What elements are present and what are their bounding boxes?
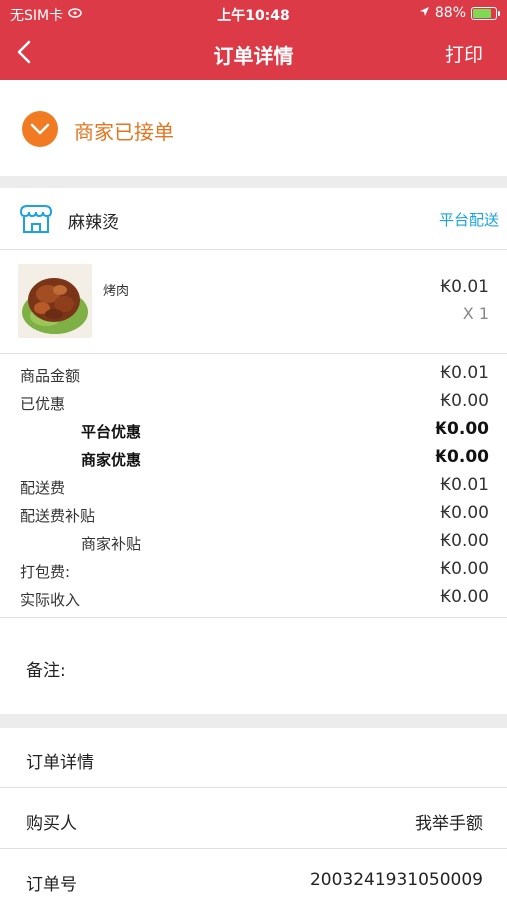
order-status-section: 商家已接单 bbox=[0, 80, 507, 176]
buyer-row: 购买人 我举手额 bbox=[0, 789, 507, 849]
fee-label: 已优惠 bbox=[20, 395, 66, 413]
print-button[interactable]: 打印 bbox=[445, 40, 483, 67]
remark-label: 备注: bbox=[26, 661, 66, 681]
fee-label: 配送费补贴 bbox=[20, 507, 96, 525]
order-number-label: 订单号 bbox=[26, 875, 77, 895]
order-number-row: 订单号 2003241931050009 bbox=[0, 850, 507, 900]
fee-label: 商家补贴 bbox=[81, 535, 142, 553]
location-arrow-icon bbox=[419, 5, 430, 21]
fee-label: 配送费 bbox=[20, 479, 66, 497]
fee-row-packing-fee: 打包费: ₭0.00 bbox=[0, 556, 507, 584]
fee-value: ₭0.01 bbox=[440, 475, 489, 495]
order-item[interactable]: 烤肉 ₭0.01 X 1 bbox=[0, 250, 507, 354]
battery-percent: 88% bbox=[434, 5, 466, 21]
battery-level-fill bbox=[473, 8, 492, 18]
order-status-text: 商家已接单 bbox=[74, 120, 174, 144]
fee-row-platform-discount: 平台优惠 ₭0.00 bbox=[0, 416, 507, 444]
battery-icon bbox=[471, 6, 500, 20]
fee-row-actual-income: 实际收入 ₭0.00 bbox=[0, 584, 507, 612]
item-quantity: X 1 bbox=[462, 304, 489, 323]
status-bar: 无SIM卡 上午10:48 88% bbox=[0, 0, 507, 28]
nav-bar: 订单详情 打印 bbox=[0, 28, 507, 80]
buyer-value: 我举手额 bbox=[415, 814, 483, 834]
fee-label: 实际收入 bbox=[20, 591, 81, 609]
buyer-label: 购买人 bbox=[26, 814, 77, 834]
fee-value: ₭0.00 bbox=[435, 447, 489, 467]
battery-group: 88% bbox=[419, 5, 500, 21]
fee-row-merchant-subsidy: 商家补贴 ₭0.00 bbox=[0, 528, 507, 556]
order-number-value: 2003241931050009 bbox=[309, 870, 483, 890]
fee-label: 商家优惠 bbox=[81, 451, 142, 469]
fee-value: ₭0.01 bbox=[440, 363, 489, 383]
fee-row-delivery-subsidy: 配送费补贴 ₭0.00 bbox=[0, 500, 507, 528]
storefront-icon bbox=[18, 202, 54, 236]
fee-value: ₭0.00 bbox=[440, 531, 489, 551]
check-circle-icon bbox=[22, 111, 58, 147]
item-price: ₭0.01 bbox=[440, 277, 489, 297]
fee-value: ₭0.00 bbox=[435, 419, 489, 439]
order-details-section: 订单详情 购买人 我举手额 订单号 2003241931050009 bbox=[0, 728, 507, 900]
fee-value: ₭0.00 bbox=[440, 391, 489, 411]
details-header: 订单详情 bbox=[26, 753, 94, 773]
fee-label: 平台优惠 bbox=[81, 423, 142, 441]
fee-row-goods-amount: 商品金额 ₭0.01 bbox=[0, 360, 507, 388]
fee-label: 商品金额 bbox=[20, 367, 81, 385]
fee-row-merchant-discount: 商家优惠 ₭0.00 bbox=[0, 444, 507, 472]
food-image bbox=[18, 264, 92, 338]
fee-value: ₭0.00 bbox=[440, 559, 489, 579]
fee-label: 打包费: bbox=[20, 563, 71, 581]
fee-row-discount: 已优惠 ₭0.00 bbox=[0, 388, 507, 416]
fee-value: ₭0.00 bbox=[440, 503, 489, 523]
item-name: 烤肉 bbox=[103, 284, 130, 299]
fee-row-delivery-fee: 配送费 ₭0.01 bbox=[0, 472, 507, 500]
app-header: 无SIM卡 上午10:48 88% 订单详情 打印 bbox=[0, 0, 507, 80]
store-name: 麻辣烫 bbox=[68, 213, 119, 233]
store-row: 麻辣烫 平台配送 bbox=[0, 188, 507, 250]
details-header-row: 订单详情 bbox=[0, 728, 507, 788]
fee-breakdown: 商品金额 ₭0.01 已优惠 ₭0.00 平台优惠 ₭0.00 商家优惠 ₭0.… bbox=[0, 354, 507, 618]
delivery-type-label: 平台配送 bbox=[438, 211, 499, 229]
page-title: 订单详情 bbox=[213, 44, 294, 68]
remark-section: 备注: bbox=[0, 618, 507, 714]
fee-value: ₭0.00 bbox=[440, 587, 489, 607]
